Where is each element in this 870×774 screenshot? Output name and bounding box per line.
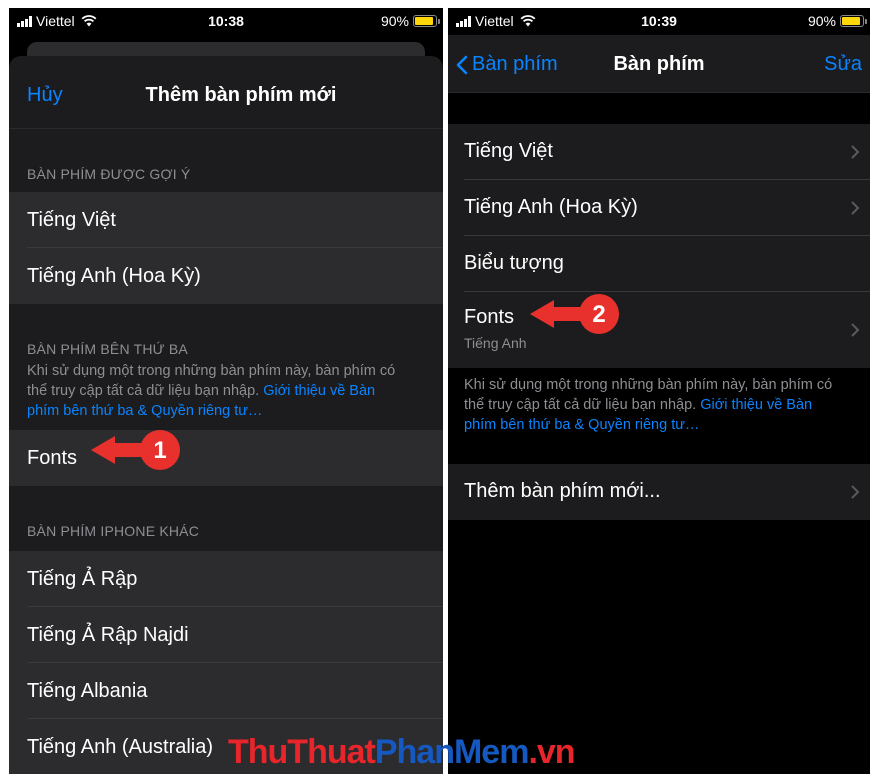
keyboard-option-tieng-a-rap-najdi[interactable]: Tiếng Ả Rập Najdi (9, 607, 443, 663)
keyboard-option-tieng-viet[interactable]: Tiếng Việt (9, 192, 443, 248)
battery-icon (840, 15, 867, 27)
step-2-arrow-callout: 2 (530, 294, 619, 334)
privacy-link[interactable]: Giới thiệu về Bàn (700, 397, 812, 413)
privacy-link[interactable]: phím bên thứ ba & Quyền riêng tư… (464, 415, 854, 435)
watermark-logo: ThuThuatPhanMem.vn (228, 733, 576, 772)
keyboard-option-label: Fonts (27, 446, 78, 469)
keyboard-option-label: Tiếng Anh (Australia) (27, 735, 214, 758)
battery-percent: 90% (380, 13, 409, 29)
keyboards-settings-screen: Viettel 10:39 90% Bàn phím Bàn phím Sửa … (448, 8, 870, 774)
chevron-right-icon (851, 145, 860, 159)
clock: 10:38 (208, 13, 244, 29)
watermark-part: PhanMem (374, 733, 530, 771)
navigation-bar: Bàn phím Bàn phím Sửa (448, 35, 870, 93)
watermark-part: ThuThuat (228, 733, 376, 771)
step-1-arrow-callout: 1 (91, 430, 180, 470)
step-1-number: 1 (153, 437, 166, 464)
keyboard-row-label: Fonts (464, 306, 515, 328)
chevron-right-icon (851, 201, 860, 215)
watermark-part: .vn (528, 733, 575, 771)
edit-button[interactable]: Sửa (824, 53, 862, 76)
keyboard-row-tieng-viet[interactable]: Tiếng Việt (448, 124, 870, 180)
sheet-header: Hủy Thêm bàn phím mới (9, 56, 443, 129)
keyboard-row-sublabel: Tiếng Anh (464, 335, 527, 351)
keyboard-option-tieng-albania[interactable]: Tiếng Albania (9, 663, 443, 719)
modal-sheet: Hủy Thêm bàn phím mới BÀN PHÍM ĐƯỢC GỢI … (9, 56, 443, 774)
note-line: thể truy cập tất cả dữ liệu bạn nhập. Gi… (464, 395, 854, 415)
battery-percent: 90% (807, 13, 836, 29)
note-line: Khi sử dụng một trong những bàn phím này… (464, 377, 833, 393)
third-party-privacy-note: Khi sử dụng một trong những bàn phím này… (448, 375, 870, 435)
clock: 10:39 (641, 13, 677, 29)
privacy-link[interactable]: Giới thiệu về Bàn (263, 383, 375, 399)
keyboard-option-tieng-a-rap[interactable]: Tiếng Ả Rập (9, 551, 443, 607)
add-new-keyboard-label: Thêm bàn phím mới... (464, 480, 661, 502)
third-party-privacy-note: Khi sử dụng một trong những bàn phím này… (9, 361, 443, 421)
note-text: thể truy cập tất cả dữ liệu bạn nhập. (27, 383, 264, 399)
keyboard-option-label: Tiếng Ả Rập Najdi (27, 623, 189, 646)
nav-title: Bàn phím (613, 53, 705, 75)
status-bar: Viettel 10:39 90% (448, 8, 870, 35)
keyboard-row-label: Biểu tượng (464, 252, 564, 274)
sheet-title: Thêm bàn phím mới (145, 84, 337, 106)
chevron-right-icon (851, 323, 860, 337)
keyboard-row-fonts[interactable]: Fonts Tiếng Anh (448, 292, 870, 368)
keyboard-option-label: Tiếng Albania (27, 679, 148, 702)
keyboard-row-tieng-anh-hoa-ky[interactable]: Tiếng Anh (Hoa Kỳ) (448, 180, 870, 236)
note-line: thể truy cập tất cả dữ liệu bạn nhập. Gi… (27, 381, 425, 401)
note-text: thể truy cập tất cả dữ liệu bạn nhập. (464, 397, 701, 413)
keyboard-option-label: Tiếng Ả Rập (27, 567, 138, 590)
privacy-link[interactable]: phím bên thứ ba & Quyền riêng tư… (27, 401, 425, 421)
keyboard-option-tieng-anh-hoa-ky[interactable]: Tiếng Anh (Hoa Kỳ) (9, 248, 443, 304)
battery-status: 90% (380, 13, 440, 29)
battery-icon (413, 15, 440, 27)
section-heading-other-iphone: BÀN PHÍM IPHONE KHÁC (27, 523, 200, 539)
keyboard-option-label: Tiếng Việt (27, 208, 116, 231)
note-line: Khi sử dụng một trong những bàn phím này… (27, 363, 396, 379)
add-keyboard-screen: Viettel 10:38 90% Hủy Thêm bàn phím mới … (9, 8, 443, 774)
keyboard-row-bieu-tuong[interactable]: Biểu tượng (448, 236, 870, 292)
battery-status: 90% (807, 13, 867, 29)
section-heading-suggested: BÀN PHÍM ĐƯỢC GỢI Ý (27, 166, 191, 182)
status-bar: Viettel 10:38 90% (9, 8, 443, 35)
keyboard-option-fonts[interactable]: Fonts (9, 430, 443, 486)
step-2-number: 2 (592, 301, 605, 328)
chevron-right-icon (851, 485, 860, 499)
keyboard-option-label: Tiếng Anh (Hoa Kỳ) (27, 264, 201, 287)
keyboard-row-label: Tiếng Anh (Hoa Kỳ) (464, 196, 638, 218)
add-new-keyboard-row[interactable]: Thêm bàn phím mới... (448, 464, 870, 520)
keyboard-row-label: Tiếng Việt (464, 140, 553, 162)
section-heading-third-party: BÀN PHÍM BÊN THỨ BA (27, 341, 188, 357)
